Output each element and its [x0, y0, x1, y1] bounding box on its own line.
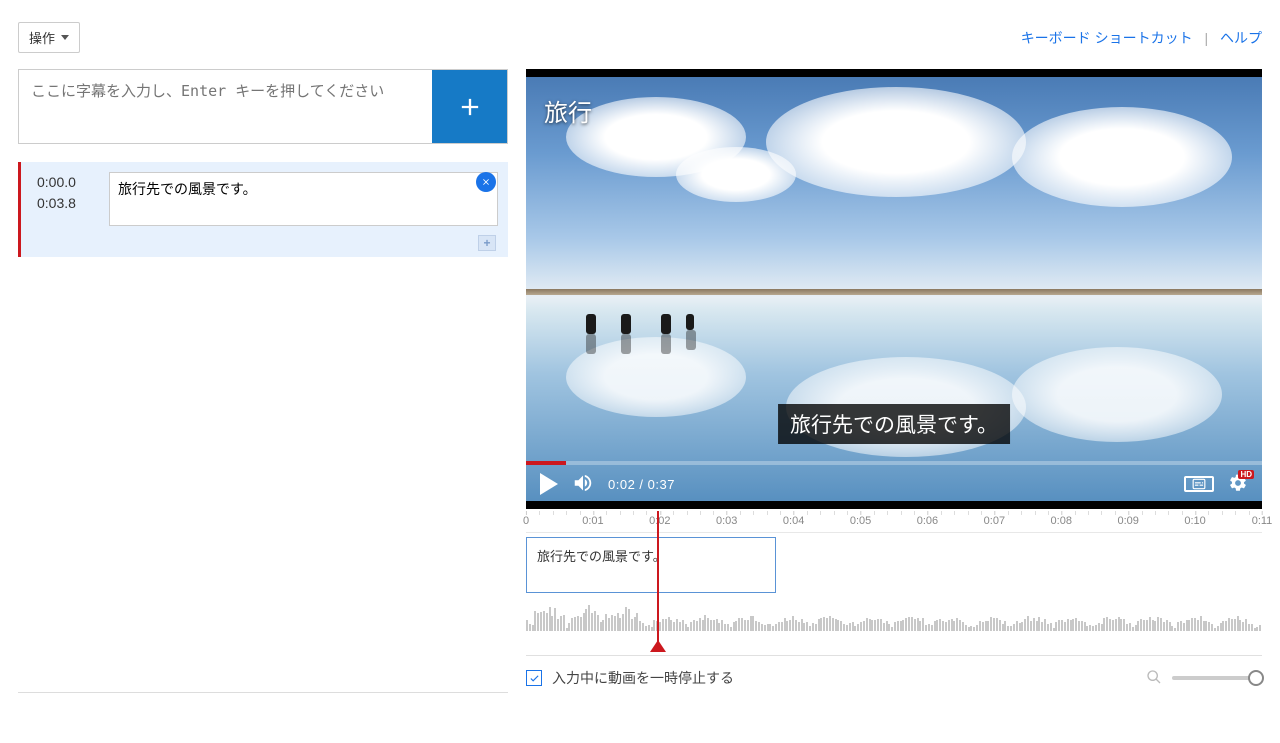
help-link[interactable]: ヘルプ [1220, 30, 1262, 46]
subtitle-list: 0:00.0 0:03.8 + [18, 162, 508, 257]
delete-subtitle-button[interactable] [476, 172, 496, 192]
video-controls: 0:02 / 0:37 HD [526, 459, 1262, 509]
ruler-tick: 0:05 [850, 515, 871, 527]
subtitle-start-time: 0:00.0 [37, 172, 91, 193]
ruler-tick: 0:11 [1252, 515, 1273, 527]
time-display: 0:02 / 0:37 [608, 477, 675, 492]
ruler-tick: 0:08 [1051, 515, 1072, 527]
play-button[interactable] [540, 473, 558, 495]
insert-below-button[interactable]: + [478, 235, 496, 251]
link-divider: | [1204, 30, 1208, 46]
zoom-out-button[interactable] [1146, 669, 1162, 688]
timeline-clip[interactable]: 旅行先での風景です。 [526, 537, 776, 593]
ruler-tick: 0:01 [582, 515, 603, 527]
captions-button[interactable] [1184, 476, 1214, 492]
pause-while-typing-label: 入力中に動画を一時停止する [552, 668, 734, 688]
zoom-slider[interactable] [1172, 676, 1262, 680]
ruler-tick: 0:10 [1184, 515, 1205, 527]
waveform [526, 603, 1262, 631]
ruler-tick: 0:09 [1117, 515, 1138, 527]
subtitle-item[interactable]: 0:00.0 0:03.8 + [18, 162, 508, 257]
ruler-tick: 0:06 [917, 515, 938, 527]
volume-button[interactable] [572, 472, 594, 497]
video-preview-column: 旅行 旅行先での風景です。 0:02 / 0:37 HD [526, 69, 1262, 688]
new-subtitle-input[interactable] [19, 70, 432, 143]
close-icon [481, 177, 491, 187]
footer-bar: 入力中に動画を一時停止する [526, 655, 1262, 688]
zoom-controls [1146, 669, 1262, 688]
magnifier-icon [1146, 669, 1162, 685]
caret-down-icon [61, 35, 69, 40]
subtitle-end-time: 0:03.8 [37, 193, 91, 214]
ruler-tick: 0:03 [716, 515, 737, 527]
settings-button[interactable]: HD [1228, 473, 1248, 496]
ruler-tick: 0 [523, 515, 529, 527]
ruler-tick: 0:07 [984, 515, 1005, 527]
new-subtitle-row [18, 69, 508, 144]
subtitles-icon [1189, 477, 1209, 491]
caption-overlay: 旅行先での風景です。 [778, 404, 1010, 444]
check-icon [529, 673, 540, 684]
top-links: キーボード ショートカット | ヘルプ [1021, 28, 1262, 48]
add-subtitle-button[interactable] [432, 70, 507, 143]
ruler-tick: 0:04 [783, 515, 804, 527]
video-player[interactable]: 旅行 旅行先での風景です。 0:02 / 0:37 HD [526, 69, 1262, 509]
volume-icon [572, 472, 594, 494]
actions-dropdown[interactable]: 操作 [18, 22, 80, 53]
subtitle-text-input[interactable] [109, 172, 498, 226]
hd-badge: HD [1238, 470, 1254, 479]
subtitle-editor-column: 0:00.0 0:03.8 + [18, 69, 508, 688]
pause-while-typing-checkbox[interactable] [526, 670, 542, 686]
timeline[interactable]: 0 0:01 0:02 0:03 0:04 0:05 0:06 0:07 0:08 0:09 0:1… [526, 511, 1262, 651]
video-title: 旅行 [544, 93, 592, 128]
plus-icon [456, 93, 484, 121]
zoom-handle[interactable] [1248, 670, 1264, 686]
timeline-ruler: 0 0:01 0:02 0:03 0:04 0:05 0:06 0:07 0:08 0:09 0:1… [526, 511, 1262, 533]
left-divider [18, 692, 508, 693]
timeline-track[interactable]: 旅行先での風景です。 [526, 533, 1262, 593]
clip-text: 旅行先での風景です。 [537, 549, 666, 564]
actions-label: 操作 [29, 28, 55, 47]
ruler-tick: 0:02 [649, 515, 670, 527]
keyboard-shortcuts-link[interactable]: キーボード ショートカット [1021, 30, 1193, 46]
subtitle-times: 0:00.0 0:03.8 [31, 172, 91, 229]
